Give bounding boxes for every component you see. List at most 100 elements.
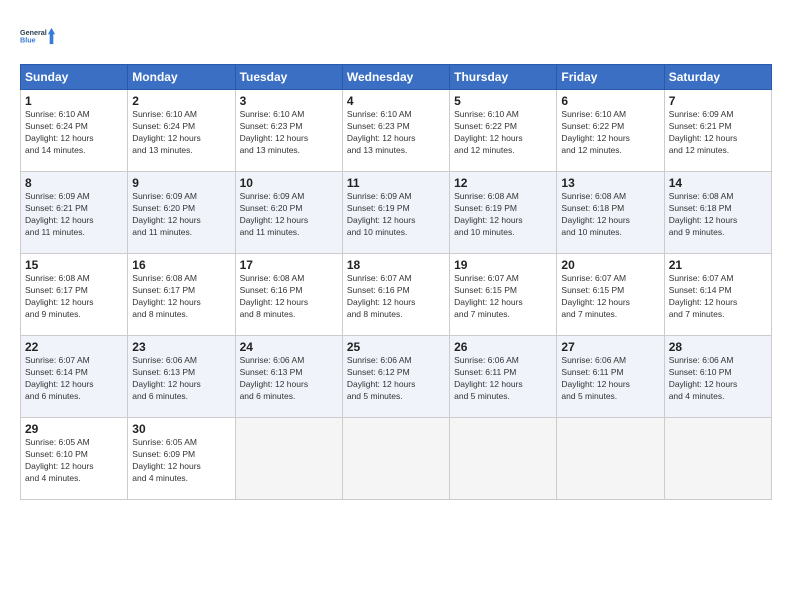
calendar-day-cell: 1Sunrise: 6:10 AM Sunset: 6:24 PM Daylig… [21, 90, 128, 172]
day-number: 27 [561, 340, 659, 354]
calendar-day-cell: 27Sunrise: 6:06 AM Sunset: 6:11 PM Dayli… [557, 336, 664, 418]
day-number: 30 [132, 422, 230, 436]
calendar-day-cell: 19Sunrise: 6:07 AM Sunset: 6:15 PM Dayli… [450, 254, 557, 336]
day-info: Sunrise: 6:10 AM Sunset: 6:24 PM Dayligh… [132, 109, 230, 157]
calendar-day-cell [557, 418, 664, 500]
calendar-day-header: Thursday [450, 65, 557, 90]
calendar-week-row: 8Sunrise: 6:09 AM Sunset: 6:21 PM Daylig… [21, 172, 772, 254]
day-number: 26 [454, 340, 552, 354]
day-number: 19 [454, 258, 552, 272]
calendar-day-cell: 22Sunrise: 6:07 AM Sunset: 6:14 PM Dayli… [21, 336, 128, 418]
calendar-week-row: 22Sunrise: 6:07 AM Sunset: 6:14 PM Dayli… [21, 336, 772, 418]
day-number: 17 [240, 258, 338, 272]
calendar-day-header: Saturday [664, 65, 771, 90]
calendar-day-cell: 23Sunrise: 6:06 AM Sunset: 6:13 PM Dayli… [128, 336, 235, 418]
day-number: 29 [25, 422, 123, 436]
day-info: Sunrise: 6:10 AM Sunset: 6:23 PM Dayligh… [347, 109, 445, 157]
day-info: Sunrise: 6:06 AM Sunset: 6:13 PM Dayligh… [240, 355, 338, 403]
day-info: Sunrise: 6:08 AM Sunset: 6:17 PM Dayligh… [132, 273, 230, 321]
calendar-day-cell: 13Sunrise: 6:08 AM Sunset: 6:18 PM Dayli… [557, 172, 664, 254]
day-number: 15 [25, 258, 123, 272]
day-info: Sunrise: 6:08 AM Sunset: 6:18 PM Dayligh… [561, 191, 659, 239]
calendar-day-cell: 6Sunrise: 6:10 AM Sunset: 6:22 PM Daylig… [557, 90, 664, 172]
calendar-day-cell [342, 418, 449, 500]
calendar-day-cell: 7Sunrise: 6:09 AM Sunset: 6:21 PM Daylig… [664, 90, 771, 172]
calendar-day-cell: 28Sunrise: 6:06 AM Sunset: 6:10 PM Dayli… [664, 336, 771, 418]
day-number: 22 [25, 340, 123, 354]
calendar-day-cell: 4Sunrise: 6:10 AM Sunset: 6:23 PM Daylig… [342, 90, 449, 172]
calendar-day-cell: 12Sunrise: 6:08 AM Sunset: 6:19 PM Dayli… [450, 172, 557, 254]
day-number: 10 [240, 176, 338, 190]
day-info: Sunrise: 6:08 AM Sunset: 6:17 PM Dayligh… [25, 273, 123, 321]
day-info: Sunrise: 6:05 AM Sunset: 6:10 PM Dayligh… [25, 437, 123, 485]
day-number: 25 [347, 340, 445, 354]
logo-icon: GeneralBlue [20, 18, 56, 54]
calendar-day-cell: 24Sunrise: 6:06 AM Sunset: 6:13 PM Dayli… [235, 336, 342, 418]
calendar-day-cell: 26Sunrise: 6:06 AM Sunset: 6:11 PM Dayli… [450, 336, 557, 418]
day-number: 16 [132, 258, 230, 272]
day-info: Sunrise: 6:06 AM Sunset: 6:10 PM Dayligh… [669, 355, 767, 403]
day-info: Sunrise: 6:09 AM Sunset: 6:21 PM Dayligh… [669, 109, 767, 157]
calendar-day-cell: 15Sunrise: 6:08 AM Sunset: 6:17 PM Dayli… [21, 254, 128, 336]
day-info: Sunrise: 6:08 AM Sunset: 6:18 PM Dayligh… [669, 191, 767, 239]
calendar-week-row: 15Sunrise: 6:08 AM Sunset: 6:17 PM Dayli… [21, 254, 772, 336]
calendar-day-cell: 11Sunrise: 6:09 AM Sunset: 6:19 PM Dayli… [342, 172, 449, 254]
svg-text:Blue: Blue [20, 35, 36, 44]
day-number: 20 [561, 258, 659, 272]
day-info: Sunrise: 6:05 AM Sunset: 6:09 PM Dayligh… [132, 437, 230, 485]
day-info: Sunrise: 6:08 AM Sunset: 6:16 PM Dayligh… [240, 273, 338, 321]
calendar-day-header: Sunday [21, 65, 128, 90]
day-number: 4 [347, 94, 445, 108]
day-info: Sunrise: 6:07 AM Sunset: 6:15 PM Dayligh… [454, 273, 552, 321]
day-number: 7 [669, 94, 767, 108]
calendar-day-cell: 2Sunrise: 6:10 AM Sunset: 6:24 PM Daylig… [128, 90, 235, 172]
calendar-day-cell: 10Sunrise: 6:09 AM Sunset: 6:20 PM Dayli… [235, 172, 342, 254]
calendar-day-cell: 5Sunrise: 6:10 AM Sunset: 6:22 PM Daylig… [450, 90, 557, 172]
day-number: 21 [669, 258, 767, 272]
day-info: Sunrise: 6:08 AM Sunset: 6:19 PM Dayligh… [454, 191, 552, 239]
calendar-day-cell: 3Sunrise: 6:10 AM Sunset: 6:23 PM Daylig… [235, 90, 342, 172]
calendar-header-row: SundayMondayTuesdayWednesdayThursdayFrid… [21, 65, 772, 90]
calendar-day-cell: 16Sunrise: 6:08 AM Sunset: 6:17 PM Dayli… [128, 254, 235, 336]
day-number: 5 [454, 94, 552, 108]
calendar-day-cell: 18Sunrise: 6:07 AM Sunset: 6:16 PM Dayli… [342, 254, 449, 336]
page-header: GeneralBlue [20, 18, 772, 54]
day-number: 14 [669, 176, 767, 190]
calendar-day-header: Wednesday [342, 65, 449, 90]
day-number: 3 [240, 94, 338, 108]
calendar-day-cell: 25Sunrise: 6:06 AM Sunset: 6:12 PM Dayli… [342, 336, 449, 418]
calendar-week-row: 29Sunrise: 6:05 AM Sunset: 6:10 PM Dayli… [21, 418, 772, 500]
day-number: 12 [454, 176, 552, 190]
calendar-day-cell: 29Sunrise: 6:05 AM Sunset: 6:10 PM Dayli… [21, 418, 128, 500]
calendar-day-header: Monday [128, 65, 235, 90]
day-number: 23 [132, 340, 230, 354]
calendar-day-cell: 14Sunrise: 6:08 AM Sunset: 6:18 PM Dayli… [664, 172, 771, 254]
calendar-day-cell: 17Sunrise: 6:08 AM Sunset: 6:16 PM Dayli… [235, 254, 342, 336]
day-info: Sunrise: 6:06 AM Sunset: 6:11 PM Dayligh… [454, 355, 552, 403]
day-number: 13 [561, 176, 659, 190]
day-info: Sunrise: 6:07 AM Sunset: 6:16 PM Dayligh… [347, 273, 445, 321]
day-number: 1 [25, 94, 123, 108]
day-number: 11 [347, 176, 445, 190]
calendar-day-cell [450, 418, 557, 500]
logo: GeneralBlue [20, 18, 56, 54]
day-info: Sunrise: 6:06 AM Sunset: 6:12 PM Dayligh… [347, 355, 445, 403]
day-number: 2 [132, 94, 230, 108]
calendar-day-cell [235, 418, 342, 500]
calendar-body: 1 Sunrise: 6:10 AM Sunset: 6:24 PM Daylig… [21, 90, 772, 500]
day-number: 9 [132, 176, 230, 190]
day-info: Sunrise: 6:06 AM Sunset: 6:13 PM Dayligh… [132, 355, 230, 403]
calendar-table: SundayMondayTuesdayWednesdayThursdayFrid… [20, 64, 772, 500]
day-info: Sunrise: 6:09 AM Sunset: 6:20 PM Dayligh… [132, 191, 230, 239]
calendar-day-cell: 21Sunrise: 6:07 AM Sunset: 6:14 PM Dayli… [664, 254, 771, 336]
calendar-week-row: 1 Sunrise: 6:10 AM Sunset: 6:24 PM Daylig… [21, 90, 772, 172]
day-number: 6 [561, 94, 659, 108]
day-info: Sunrise: 6:09 AM Sunset: 6:19 PM Dayligh… [347, 191, 445, 239]
day-number: 28 [669, 340, 767, 354]
calendar-day-cell: 20Sunrise: 6:07 AM Sunset: 6:15 PM Dayli… [557, 254, 664, 336]
calendar-day-cell: 9Sunrise: 6:09 AM Sunset: 6:20 PM Daylig… [128, 172, 235, 254]
day-info: Sunrise: 6:10 AM Sunset: 6:22 PM Dayligh… [454, 109, 552, 157]
day-info: Sunrise: 6:09 AM Sunset: 6:21 PM Dayligh… [25, 191, 123, 239]
calendar-day-cell [664, 418, 771, 500]
day-number: 24 [240, 340, 338, 354]
